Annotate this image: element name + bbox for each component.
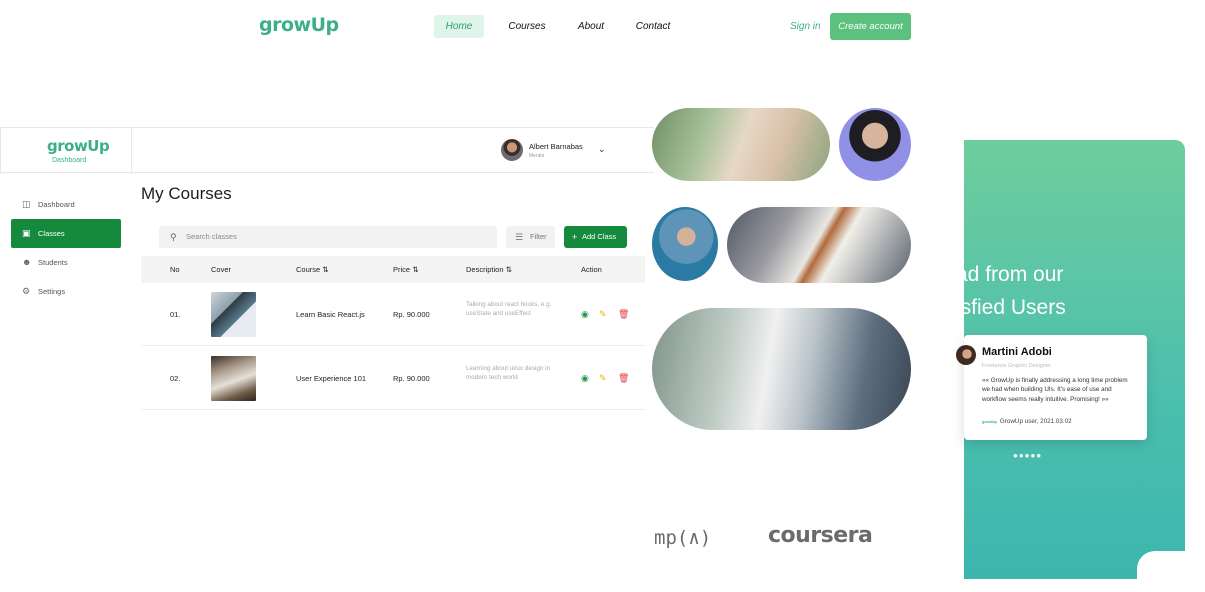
growup-mini-logo: growUp	[982, 419, 997, 424]
course-cover-image	[211, 292, 256, 337]
users-icon: ☻	[22, 257, 32, 267]
column-header-description[interactable]: Description ⇅	[466, 256, 512, 283]
column-header-no: No	[170, 265, 180, 274]
monitor-icon: ◫	[22, 199, 31, 209]
testimonial-card: Martini Adobi Freelance Graphic Designer…	[956, 335, 1147, 440]
sidebar-item-label: Dashboard	[38, 200, 75, 209]
course-price: Rp. 90.000	[393, 310, 430, 319]
trash-icon[interactable]: 🗑	[618, 309, 629, 320]
column-header-label: Course	[296, 265, 321, 274]
user-role: Mentor	[529, 153, 545, 159]
add-class-label: Add Class	[582, 232, 617, 241]
sort-icon: ⇅	[505, 265, 512, 274]
edit-icon[interactable]: ✎	[599, 373, 607, 384]
photo-laptop-mentoring	[652, 308, 911, 430]
page-title: My Courses	[141, 184, 232, 203]
testimonial-quote: «« GrowUp is finally addressing a long t…	[982, 377, 1128, 403]
search-input[interactable]: ⚲ Search classes	[159, 226, 497, 248]
photo-tea-flowers	[727, 207, 911, 283]
dashboard-logo-box: growUp Dashboard	[0, 128, 132, 174]
panel-corner-cutout	[1137, 551, 1197, 591]
landing-nav: growUp Home Courses About Contact Sign i…	[0, 0, 1205, 54]
sidebar-item-settings[interactable]: ⚙ Settings	[11, 277, 121, 306]
sort-icon: ⇅	[412, 265, 419, 274]
user-avatar[interactable]	[501, 139, 523, 161]
testimonial-heading-line: isfied Users	[956, 296, 1066, 319]
plus-icon: +	[572, 232, 578, 242]
dashboard-logo[interactable]: growUp	[47, 137, 110, 155]
add-class-button[interactable]: + Add Class	[564, 226, 627, 248]
column-header-action: Action	[581, 265, 602, 274]
carousel-dots[interactable]: ●●●●●	[1013, 451, 1042, 460]
partner-logo-coursera: coursera	[768, 523, 873, 548]
eye-icon[interactable]: ◉	[581, 309, 589, 320]
column-header-course[interactable]: Course ⇅	[296, 256, 329, 283]
testimonial-name: Martini Adobi	[982, 346, 1052, 358]
course-name: Learn Basic React.js	[296, 310, 365, 319]
sliders-icon: ☰	[515, 232, 524, 242]
table-header: No Cover Course ⇅ Price ⇅ Description ⇅ …	[141, 256, 645, 283]
sign-in-link[interactable]: Sign in	[790, 15, 821, 38]
nav-about[interactable]: About	[575, 15, 607, 38]
table-row: 01. Learn Basic React.js Rp. 90.000 Talk…	[141, 283, 645, 346]
sidebar-item-classes[interactable]: ▣ Classes	[11, 219, 121, 248]
testimonial-role: Freelance Graphic Designer	[982, 363, 1051, 369]
nav-home[interactable]: Home	[434, 15, 484, 38]
course-description: Learning about ui/ux design in modern te…	[466, 365, 551, 381]
user-name: Albert Barnabas	[529, 142, 583, 151]
testimonial-heading: ad from our isfied Users	[956, 258, 1185, 324]
column-header-price[interactable]: Price ⇅	[393, 256, 418, 283]
testimonial-heading-line: ad from our	[956, 263, 1064, 286]
column-header-label: Price	[393, 265, 411, 274]
photo-woman-portrait	[839, 108, 911, 181]
table-row: 02. User Experience 101 Rp. 90.000 Learn…	[141, 347, 645, 410]
nav-courses[interactable]: Courses	[506, 15, 548, 38]
course-cover-image	[211, 356, 256, 401]
search-placeholder: Search classes	[186, 232, 237, 241]
chevron-down-icon[interactable]: ⌄	[598, 144, 606, 155]
sidebar-item-dashboard[interactable]: ◫ Dashboard	[11, 190, 121, 219]
filter-label: Filter	[530, 232, 547, 241]
photo-cooking	[652, 108, 830, 181]
photo-woman-hood	[652, 207, 718, 281]
image-icon: ▣	[22, 228, 31, 238]
nav-contact[interactable]: Contact	[633, 15, 673, 38]
dashboard-panel: growUp Dashboard Albert Barnabas Mentor …	[0, 127, 654, 427]
row-number: 01.	[170, 310, 181, 319]
testimonial-footer-text: GrowUp user, 2021.03.02	[999, 418, 1072, 425]
gear-icon: ⚙	[22, 286, 31, 296]
sidebar-item-label: Classes	[38, 229, 65, 238]
course-description: Talking about react hooks, e.g. useState…	[466, 301, 552, 317]
course-name: User Experience 101	[296, 374, 367, 383]
growup-logo[interactable]: growUp	[259, 14, 339, 36]
sort-icon: ⇅	[322, 265, 329, 274]
dashboard-logo-subtitle: Dashboard	[52, 157, 87, 164]
create-account-button[interactable]: Create account	[830, 13, 911, 40]
avatar	[956, 345, 976, 365]
course-price: Rp. 90.000	[393, 374, 430, 383]
filter-button[interactable]: ☰ Filter	[506, 226, 555, 248]
sidebar-item-label: Settings	[38, 287, 66, 296]
dashboard-header: growUp Dashboard Albert Barnabas Mentor …	[0, 127, 654, 174]
row-number: 02.	[170, 374, 181, 383]
sidebar-item-label: Students	[38, 258, 68, 267]
edit-icon[interactable]: ✎	[599, 309, 607, 320]
trash-icon[interactable]: 🗑	[618, 373, 629, 384]
partner-logo-freecodecamp: mp(∧)	[654, 527, 712, 549]
sidebar-item-students[interactable]: ☻ Students	[11, 248, 121, 277]
search-icon: ⚲	[170, 232, 177, 242]
column-header-label: Description	[466, 265, 504, 274]
testimonial-footer: growUp GrowUp user, 2021.03.02	[982, 418, 1072, 425]
eye-icon[interactable]: ◉	[581, 373, 589, 384]
column-header-cover: Cover	[211, 265, 232, 274]
